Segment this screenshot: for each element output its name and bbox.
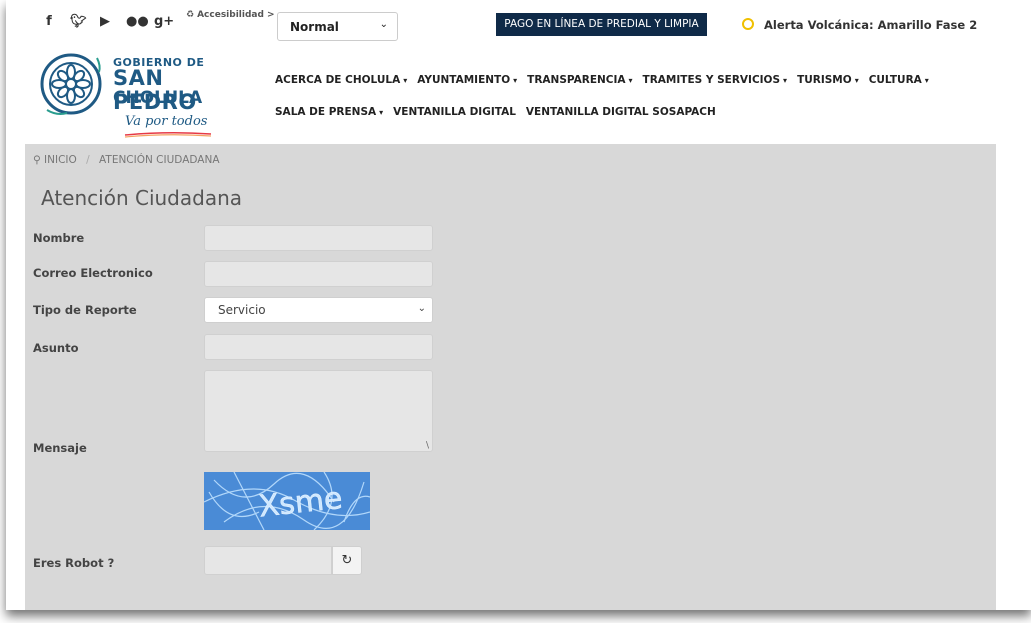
nav-ayuntamiento[interactable]: AYUNTAMIENTO ▾ xyxy=(417,74,517,86)
dropdown-arrow-icon: ▾ xyxy=(379,108,384,117)
pago-button[interactable]: PAGO EN LÍNEA DE PREDIAL Y LIMPIA xyxy=(496,13,707,36)
dropdown-arrow-icon: ▾ xyxy=(854,76,859,85)
correo-label: Correo Electronico xyxy=(33,266,153,280)
resize-grip-icon[interactable]: ∖ xyxy=(424,441,430,451)
location-pin-icon: ⚲ xyxy=(33,154,41,166)
nav-tramites[interactable]: TRAMITES Y SERVICIOS ▾ xyxy=(643,74,788,86)
captcha-image: Xsme xyxy=(204,472,370,530)
chevron-down-icon: ⌄ xyxy=(417,303,426,314)
nav-row-1: ACERCA DE CHOLULA ▾ AYUNTAMIENTO ▾ TRANSPA… xyxy=(275,74,929,86)
refresh-captcha-button[interactable]: ↻ xyxy=(332,546,362,575)
nav-cultura[interactable]: CULTURA ▾ xyxy=(869,74,929,86)
page-title: Atención Ciudadana xyxy=(41,186,243,210)
accessibility-label: Accesibilidad > xyxy=(197,10,275,20)
site-logo[interactable]: GOBIERNO DE SAN PEDRO CHOLULA Va por tod… xyxy=(39,48,249,138)
asunto-input[interactable] xyxy=(204,334,433,360)
dropdown-arrow-icon: ▾ xyxy=(628,76,633,85)
main-nav: ACERCA DE CHOLULA ▾ AYUNTAMIENTO ▾ TRANSPA… xyxy=(275,74,929,118)
chevron-down-icon: ⌄ xyxy=(379,19,388,30)
robot-label: Eres Robot ? xyxy=(33,556,115,570)
nav-ventanilla-sosapach[interactable]: VENTANILLA DIGITAL SOSAPACH xyxy=(526,106,716,118)
accessibility-icon: ♻ xyxy=(186,10,195,20)
dropdown-arrow-icon: ▾ xyxy=(513,76,518,85)
breadcrumb-current: ATENCIÓN CIUDADANA xyxy=(99,154,220,166)
volcanic-alert[interactable]: Alerta Volcánica: Amarillo Fase 2 xyxy=(742,18,977,32)
nombre-label: Nombre xyxy=(33,231,85,245)
logo-slogan: Va por todos xyxy=(125,114,208,129)
logo-line3: CHOLULA xyxy=(113,88,203,108)
text-size-select[interactable]: Normal ⌄ xyxy=(277,12,398,41)
flickr-icon[interactable]: ●● xyxy=(126,14,149,29)
mensaje-label: Mensaje xyxy=(33,441,87,455)
captcha-graphic: Xsme xyxy=(204,472,370,530)
refresh-icon: ↻ xyxy=(341,553,353,568)
breadcrumb: ⚲ INICIO / ATENCIÓN CIUDADANA xyxy=(33,154,220,166)
tipo-reporte-label: Tipo de Reporte xyxy=(33,303,137,317)
youtube-icon[interactable]: ▶ xyxy=(98,14,112,29)
nav-transparencia[interactable]: TRANSPARENCIA ▾ xyxy=(527,74,632,86)
dropdown-arrow-icon: ▾ xyxy=(783,76,788,85)
browser-frame: f 🐦︎ ▶ ●● g+ ♻ Accesibilidad > Normal ⌄ P… xyxy=(6,0,1031,610)
nav-ventanilla-digital[interactable]: VENTANILLA DIGITAL xyxy=(393,106,516,118)
nav-turismo[interactable]: TURISMO ▾ xyxy=(797,74,859,86)
alert-text: Alerta Volcánica: Amarillo Fase 2 xyxy=(764,18,978,32)
tipo-reporte-select[interactable]: Servicio ⌄ xyxy=(204,297,433,323)
breadcrumb-separator: / xyxy=(86,154,90,166)
asunto-label: Asunto xyxy=(33,341,79,355)
accessibility-menu[interactable]: ♻ Accesibilidad > xyxy=(186,10,275,20)
twitter-icon[interactable]: 🐦︎ xyxy=(70,14,87,29)
dropdown-arrow-icon: ▾ xyxy=(403,76,408,85)
main-content: ⚲ INICIO / ATENCIÓN CIUDADANA Atención C… xyxy=(25,144,996,610)
tipo-reporte-value: Servicio xyxy=(218,303,266,317)
social-links: f 🐦︎ ▶ ●● g+ xyxy=(42,14,174,29)
captcha-input[interactable] xyxy=(204,546,332,575)
top-bar: f 🐦︎ ▶ ●● g+ ♻ Accesibilidad > Normal ⌄ P… xyxy=(6,0,1031,46)
logo-emblem-icon xyxy=(40,53,102,115)
nav-sala-prensa[interactable]: SALA DE PRENSA ▾ xyxy=(275,106,383,118)
dropdown-arrow-icon: ▾ xyxy=(924,76,929,85)
mensaje-textarea[interactable]: ∖ xyxy=(204,370,433,452)
google-plus-icon[interactable]: g+ xyxy=(154,14,174,29)
text-size-value: Normal xyxy=(290,20,339,34)
slogan-underline xyxy=(124,131,212,138)
nav-row-2: SALA DE PRENSA ▾ VENTANILLA DIGITAL VENTA… xyxy=(275,106,929,118)
correo-input[interactable] xyxy=(204,261,433,287)
alert-ring-icon xyxy=(742,18,754,30)
facebook-icon[interactable]: f xyxy=(42,14,56,29)
breadcrumb-home[interactable]: INICIO xyxy=(44,154,77,166)
nav-acerca[interactable]: ACERCA DE CHOLULA ▾ xyxy=(275,74,407,86)
nombre-input[interactable] xyxy=(204,225,433,251)
site-header: GOBIERNO DE SAN PEDRO CHOLULA Va por tod… xyxy=(6,46,1031,144)
